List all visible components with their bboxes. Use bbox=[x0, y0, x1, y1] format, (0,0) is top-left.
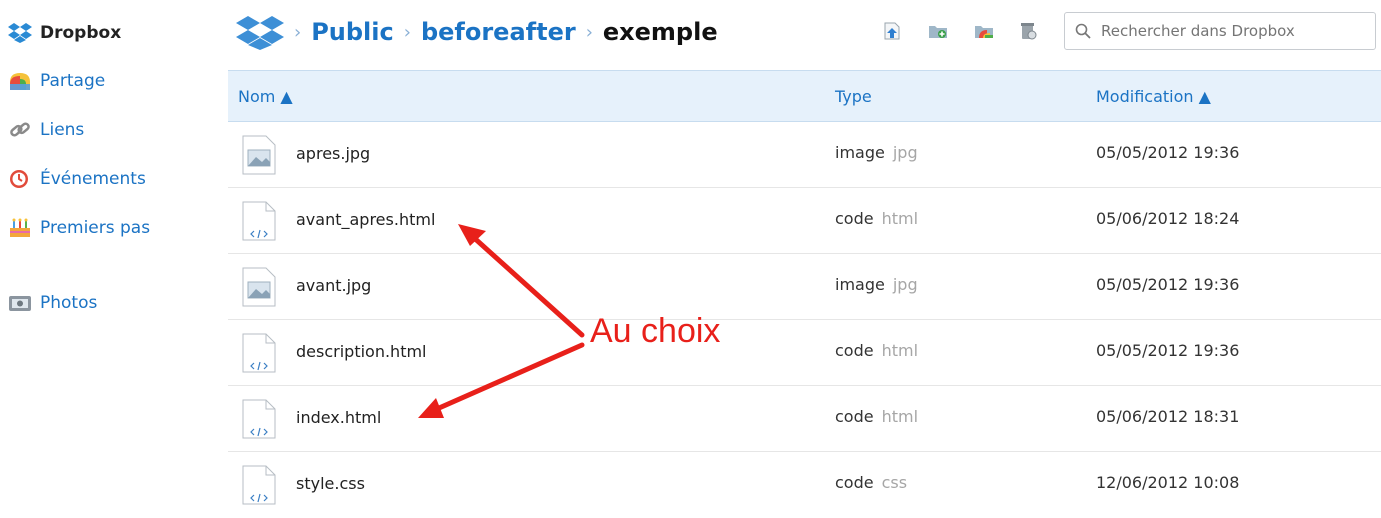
file-type-main: code bbox=[835, 473, 874, 492]
image-file-icon bbox=[242, 267, 276, 307]
photo-icon bbox=[8, 292, 32, 314]
file-type: image jpg bbox=[835, 275, 918, 294]
code-file-icon bbox=[242, 201, 276, 241]
dropbox-icon bbox=[8, 22, 32, 44]
breadcrumb-item-public[interactable]: Public bbox=[311, 18, 394, 46]
cake-icon bbox=[8, 217, 32, 239]
file-type: code html bbox=[835, 209, 918, 228]
search-box bbox=[1064, 12, 1376, 50]
clock-icon bbox=[8, 168, 32, 190]
file-modified: 05/05/2012 19:36 bbox=[1096, 143, 1240, 162]
file-type: code html bbox=[835, 407, 918, 426]
table-row[interactable]: avant.jpg image jpg 05/05/2012 19:36 bbox=[228, 254, 1381, 320]
column-header-type[interactable]: Type bbox=[835, 87, 872, 106]
file-name[interactable]: description.html bbox=[296, 342, 427, 361]
breadcrumb-separator: › bbox=[294, 21, 302, 43]
table-row[interactable]: index.html code html 05/06/2012 18:31 bbox=[228, 386, 1381, 452]
new-folder-icon[interactable] bbox=[928, 22, 948, 40]
breadcrumb-separator: › bbox=[403, 21, 411, 43]
code-file-icon bbox=[242, 333, 276, 373]
file-type-main: code bbox=[835, 209, 874, 228]
file-type-ext: jpg bbox=[892, 143, 918, 162]
file-type-ext: html bbox=[881, 407, 919, 426]
sidebar-item-label: Premiers pas bbox=[40, 218, 151, 238]
file-type-main: image bbox=[835, 275, 885, 294]
search-icon bbox=[1075, 23, 1091, 39]
image-file-icon bbox=[242, 135, 276, 175]
search-input[interactable] bbox=[1099, 21, 1363, 41]
dropbox-home-icon[interactable] bbox=[236, 14, 284, 50]
file-type: code css bbox=[835, 473, 907, 492]
file-name[interactable]: avant.jpg bbox=[296, 276, 371, 295]
annotation-label: Au choix bbox=[590, 312, 721, 350]
link-chain-icon bbox=[8, 119, 32, 141]
sidebar-item-premiers-pas[interactable]: Premiers pas bbox=[8, 215, 150, 241]
code-file-icon bbox=[242, 465, 276, 505]
file-modified: 12/06/2012 10:08 bbox=[1096, 473, 1240, 492]
sidebar-item-partage[interactable]: Partage bbox=[8, 68, 105, 94]
breadcrumb-separator: › bbox=[585, 21, 593, 43]
column-header-modified[interactable]: Modification ▲ bbox=[1096, 87, 1211, 106]
file-type-ext: css bbox=[881, 473, 908, 492]
file-name[interactable]: apres.jpg bbox=[296, 144, 370, 163]
sidebar-item-photos[interactable]: Photos bbox=[8, 290, 97, 316]
upload-icon[interactable] bbox=[882, 22, 902, 40]
sidebar-item-liens[interactable]: Liens bbox=[8, 117, 84, 143]
column-header-name[interactable]: Nom ▲ bbox=[238, 87, 293, 106]
file-name[interactable]: style.css bbox=[296, 474, 365, 493]
rainbow-folder-icon bbox=[8, 70, 32, 92]
sidebar-item-label: Partage bbox=[40, 71, 106, 91]
file-type-main: code bbox=[835, 407, 874, 426]
sidebar-item-label: Dropbox bbox=[40, 23, 122, 43]
file-type-ext: jpg bbox=[892, 275, 918, 294]
deleted-files-icon[interactable] bbox=[1018, 22, 1038, 40]
table-row[interactable]: description.html code html 05/05/2012 19:… bbox=[228, 320, 1381, 386]
file-modified: 05/05/2012 19:36 bbox=[1096, 341, 1240, 360]
file-type: code html bbox=[835, 341, 918, 360]
file-modified: 05/06/2012 18:31 bbox=[1096, 407, 1240, 426]
file-type-main: code bbox=[835, 341, 874, 360]
column-header-row: Nom ▲ Type Modification ▲ bbox=[228, 70, 1381, 122]
file-type: image jpg bbox=[835, 143, 918, 162]
sidebar-item-label: Événements bbox=[40, 169, 146, 189]
table-row[interactable]: avant_apres.html code html 05/06/2012 18:… bbox=[228, 188, 1381, 254]
breadcrumb-current: exemple bbox=[602, 18, 718, 46]
table-row[interactable]: apres.jpg image jpg 05/05/2012 19:36 bbox=[228, 122, 1381, 188]
file-name[interactable]: index.html bbox=[296, 408, 381, 427]
sidebar-item-label: Photos bbox=[40, 293, 98, 313]
table-row[interactable]: style.css code css 12/06/2012 10:08 bbox=[228, 452, 1381, 518]
file-modified: 05/06/2012 18:24 bbox=[1096, 209, 1240, 228]
share-folder-icon[interactable] bbox=[974, 22, 994, 40]
breadcrumb-item-beforeafter[interactable]: beforeafter bbox=[421, 18, 576, 46]
file-modified: 05/05/2012 19:36 bbox=[1096, 275, 1240, 294]
code-file-icon bbox=[242, 399, 276, 439]
file-name[interactable]: avant_apres.html bbox=[296, 210, 435, 229]
sidebar-item-label: Liens bbox=[40, 120, 85, 140]
sidebar-item-evenements[interactable]: Événements bbox=[8, 166, 146, 192]
file-type-main: image bbox=[835, 143, 885, 162]
file-type-ext: html bbox=[881, 209, 919, 228]
file-type-ext: html bbox=[881, 341, 919, 360]
sidebar-item-dropbox[interactable]: Dropbox bbox=[8, 20, 121, 46]
